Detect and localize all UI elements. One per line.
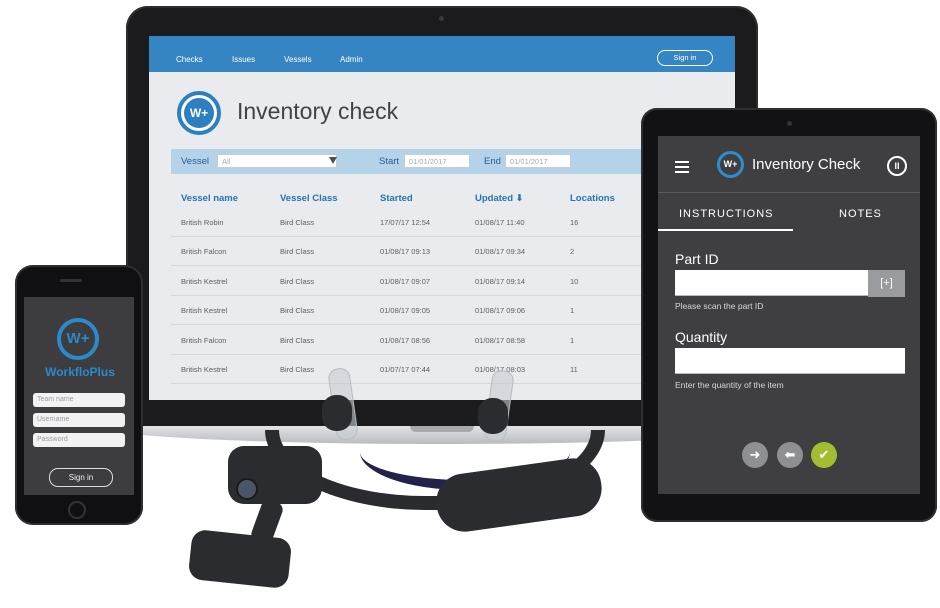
start-date-label: Start — [379, 156, 400, 167]
phone-speaker — [60, 279, 82, 282]
cell-locations: 16 — [570, 218, 579, 227]
quantity-hint: Enter the quantity of the item — [675, 380, 784, 390]
cell-vessel-name: British Falcon — [181, 247, 227, 256]
end-date-label: End — [484, 156, 501, 167]
cell-updated: 01/08/17 08:58 — [475, 336, 526, 345]
col-updated[interactable]: Updated ⬇ — [475, 193, 524, 204]
cell-locations: 11 — [570, 365, 578, 374]
cell-vessel-class: Bird Class — [280, 277, 315, 286]
scan-icon[interactable]: [+] — [868, 270, 905, 297]
tablet-camera — [787, 121, 792, 126]
earpiece-right — [478, 398, 508, 434]
quantity-input[interactable] — [675, 348, 905, 374]
display-module — [187, 528, 293, 590]
cell-updated: 01/08/17 09:34 — [475, 247, 526, 256]
cell-started: 01/08/17 09:05 — [380, 306, 431, 315]
cell-locations: 10 — [570, 277, 579, 286]
cell-vessel-name: British Kestrel — [181, 277, 228, 286]
cell-started: 17/07/17 12:54 — [380, 218, 431, 227]
hamburger-menu-icon[interactable] — [675, 161, 689, 176]
cell-vessel-class: Bird Class — [280, 247, 315, 256]
earpiece-left — [322, 395, 352, 431]
cell-started: 01/08/17 09:13 — [380, 247, 431, 256]
check-icon[interactable]: ✔ — [811, 442, 837, 468]
pause-icon[interactable]: II — [887, 156, 907, 176]
col-started[interactable]: Started — [380, 193, 413, 204]
cell-vessel-name: British Kestrel — [181, 306, 228, 315]
camera-lens-icon — [236, 478, 258, 500]
tablet-screen — [658, 136, 920, 494]
col-vessel-class[interactable]: Vessel Class — [280, 193, 338, 204]
nav-issues[interactable]: Issues — [232, 55, 255, 64]
active-tab-indicator — [658, 229, 793, 231]
logo-mark: W+ — [184, 98, 214, 128]
cell-started: 01/08/17 09:07 — [380, 277, 431, 286]
phone-logo: W+ — [57, 318, 99, 360]
end-date-input[interactable]: 01/01/2017 — [505, 154, 571, 168]
cell-vessel-name: British Robin — [181, 218, 224, 227]
chevron-down-icon[interactable] — [329, 157, 337, 164]
col-vessel-name[interactable]: Vessel name — [181, 193, 238, 204]
cell-updated: 01/08/17 11:40 — [475, 218, 525, 227]
part-id-hint: Please scan the part ID — [675, 301, 764, 311]
cell-vessel-class: Bird Class — [280, 365, 315, 374]
col-locations[interactable]: Locations — [570, 193, 615, 204]
password-input[interactable]: Password — [33, 433, 125, 447]
top-nav: Checks Issues Vessels Admin Sign in — [149, 36, 735, 72]
cell-updated: 01/08/17 09:06 — [475, 306, 526, 315]
nav-checks[interactable]: Checks — [176, 55, 203, 64]
cell-vessel-class: Bird Class — [280, 306, 315, 315]
cell-vessel-class: Bird Class — [280, 336, 315, 345]
cell-locations: 2 — [570, 247, 575, 256]
quantity-label: Quantity — [675, 329, 728, 345]
laptop-camera — [439, 16, 444, 21]
page-title: Inventory check — [237, 98, 399, 124]
tab-instructions[interactable]: INSTRUCTIONS — [679, 208, 774, 220]
cell-started: 01/07/17 07:44 — [380, 365, 431, 374]
username-input[interactable]: Username — [33, 413, 125, 427]
vessel-filter-label: Vessel — [181, 156, 209, 167]
tab-notes[interactable]: NOTES — [839, 208, 882, 220]
brand-name: WorkfloPlus — [45, 365, 115, 379]
part-id-label: Part ID — [675, 251, 719, 267]
cell-locations: 1 — [570, 336, 575, 345]
cell-locations: 1 — [570, 306, 575, 315]
cell-vessel-name: British Kestrel — [181, 365, 228, 374]
home-button[interactable] — [68, 501, 86, 519]
cell-vessel-name: British Falcon — [181, 336, 227, 345]
vessel-select[interactable]: All — [217, 154, 337, 168]
next-arrow-icon[interactable]: ➜ — [742, 442, 768, 468]
nav-admin[interactable]: Admin — [340, 55, 363, 64]
sign-in-button[interactable]: Sign in — [657, 50, 713, 66]
nav-vessels[interactable]: Vessels — [284, 55, 312, 64]
cell-updated: 01/08/17 09:14 — [475, 277, 526, 286]
part-id-input[interactable] — [675, 270, 868, 296]
cell-vessel-class: Bird Class — [280, 218, 315, 227]
back-arrow-icon[interactable]: ⬅ — [777, 442, 803, 468]
start-date-input[interactable]: 01/01/2017 — [404, 154, 470, 168]
tablet-title: Inventory Check — [752, 156, 861, 173]
tablet-logo: W+ — [717, 151, 744, 178]
team-name-input[interactable]: Team name — [33, 393, 125, 407]
header-divider — [658, 192, 920, 193]
cell-started: 01/08/17 08:56 — [380, 336, 431, 345]
phone-sign-in-button[interactable]: Sign in — [49, 468, 113, 487]
